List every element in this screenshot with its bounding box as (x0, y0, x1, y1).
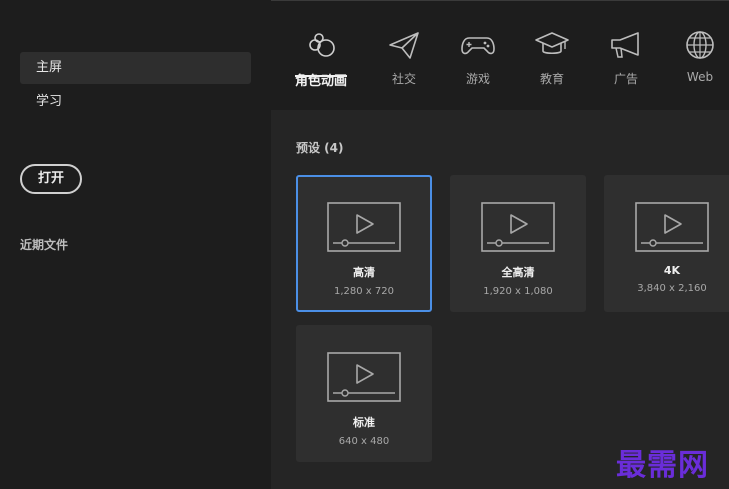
watermark: 最需网 (616, 448, 709, 483)
video-thumbnail-icon (327, 202, 401, 252)
tab-games[interactable]: 游戏 (440, 30, 516, 110)
globe-icon (686, 31, 714, 59)
video-thumbnail-icon (327, 352, 401, 402)
sidebar: 主屏 学习 打开 近期文件 (0, 0, 271, 489)
open-button[interactable]: 打开 (20, 164, 82, 194)
preset-name: 高清 (353, 266, 375, 279)
paper-plane-icon (389, 32, 419, 59)
presets-panel: 预设 (4) 高清 1,280 x 720 全高清 1,920 x 1,080 … (271, 110, 729, 489)
video-thumbnail-icon (635, 202, 709, 252)
sidebar-item-home[interactable]: 主屏 (20, 52, 251, 84)
tab-label: 游戏 (465, 72, 490, 86)
graduation-cap-icon (535, 32, 569, 55)
tab-web[interactable]: Web (662, 30, 729, 110)
tab-label: Web (686, 70, 714, 84)
preset-size: 3,840 x 2,160 (637, 283, 707, 294)
tab-education[interactable]: 教育 (514, 30, 590, 110)
gamepad-icon (461, 37, 495, 55)
preset-card-hd[interactable]: 高清 1,280 x 720 (296, 175, 432, 312)
preset-size: 1,920 x 1,080 (483, 286, 553, 297)
character-animation-icon (309, 33, 335, 57)
video-thumbnail-icon (481, 202, 555, 252)
tab-label: 广告 (613, 72, 638, 86)
tab-label: 角色动画 (294, 74, 347, 89)
megaphone-icon (611, 32, 639, 58)
active-tab-indicator (295, 75, 347, 77)
tab-advertising[interactable]: 广告 (588, 30, 664, 110)
preset-name: 标准 (353, 416, 375, 429)
preset-card-4k[interactable]: 4K 3,840 x 2,160 (604, 175, 729, 312)
preset-card-standard[interactable]: 标准 640 x 480 (296, 325, 432, 462)
preset-name: 全高清 (501, 266, 535, 279)
sidebar-item-learn[interactable]: 学习 (20, 86, 251, 118)
category-tabs: 角色动画 社交 游戏 教育 广告 Web (271, 0, 729, 110)
tab-label: 社交 (391, 72, 416, 86)
preset-card-full-hd[interactable]: 全高清 1,920 x 1,080 (450, 175, 586, 312)
tab-character-animation[interactable]: 角色动画 (283, 30, 359, 110)
recent-files-heading: 近期文件 (20, 238, 69, 252)
presets-heading: 预设 (4) (296, 141, 344, 155)
tab-social[interactable]: 社交 (366, 30, 442, 110)
preset-size: 1,280 x 720 (334, 286, 394, 297)
preset-name: 4K (663, 264, 681, 277)
preset-size: 640 x 480 (338, 436, 390, 447)
tab-label: 教育 (539, 72, 564, 86)
